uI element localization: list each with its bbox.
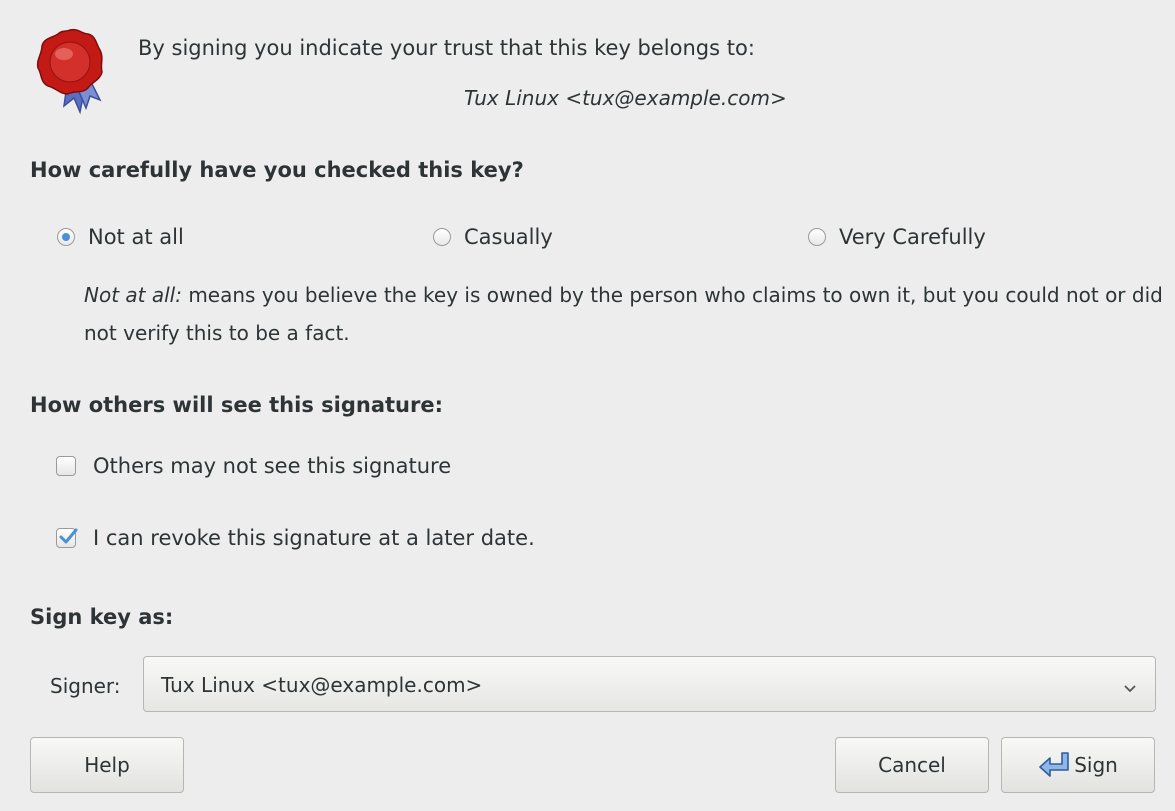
trust-heading: How carefully have you checked this key? — [30, 158, 524, 182]
intro-text: By signing you indicate your trust that … — [138, 36, 755, 60]
chevron-down-icon — [1123, 679, 1137, 698]
signer-value: Tux Linux <tux@example.com> — [161, 673, 483, 697]
radio-label: Not at all — [88, 225, 184, 249]
radio-casually[interactable]: Casually — [433, 222, 553, 252]
checkmark-icon — [59, 528, 78, 544]
radio-label: Very Carefully — [839, 225, 986, 249]
checkbox-indicator[interactable] — [56, 456, 76, 476]
visibility-heading: How others will see this signature: — [30, 393, 443, 417]
radio-indicator[interactable] — [808, 228, 826, 246]
radio-not-at-all[interactable]: Not at all — [57, 222, 184, 252]
checkbox-label: I can revoke this signature at a later d… — [93, 526, 535, 550]
radio-indicator[interactable] — [433, 228, 451, 246]
key-owner: Tux Linux <tux@example.com> — [464, 86, 787, 110]
help-button-label: Help — [84, 753, 130, 777]
return-arrow-icon — [1038, 750, 1072, 780]
signer-label: Signer: — [50, 674, 121, 698]
description-text: means you believe the key is owned by th… — [84, 283, 1163, 345]
description-term: Not at all: — [84, 283, 182, 307]
radio-indicator[interactable] — [57, 228, 75, 246]
checkbox-hide-signature[interactable]: Others may not see this signature — [56, 454, 451, 478]
signer-combobox[interactable]: Tux Linux <tux@example.com> — [143, 656, 1156, 712]
sign-button-label: Sign — [1074, 753, 1118, 777]
checkbox-label: Others may not see this signature — [93, 454, 452, 478]
sign-button[interactable]: Sign — [1001, 737, 1155, 793]
cancel-button[interactable]: Cancel — [835, 737, 989, 793]
checkbox-revocable[interactable]: I can revoke this signature at a later d… — [56, 526, 535, 550]
trust-description: Not at all: means you believe the key is… — [84, 276, 1164, 352]
seal-icon — [34, 26, 106, 116]
help-button[interactable]: Help — [30, 737, 184, 793]
cancel-button-label: Cancel — [878, 753, 946, 777]
radio-very-carefully[interactable]: Very Carefully — [808, 222, 986, 252]
checkbox-indicator[interactable] — [56, 528, 78, 548]
signer-heading: Sign key as: — [30, 605, 174, 629]
radio-label: Casually — [464, 225, 553, 249]
